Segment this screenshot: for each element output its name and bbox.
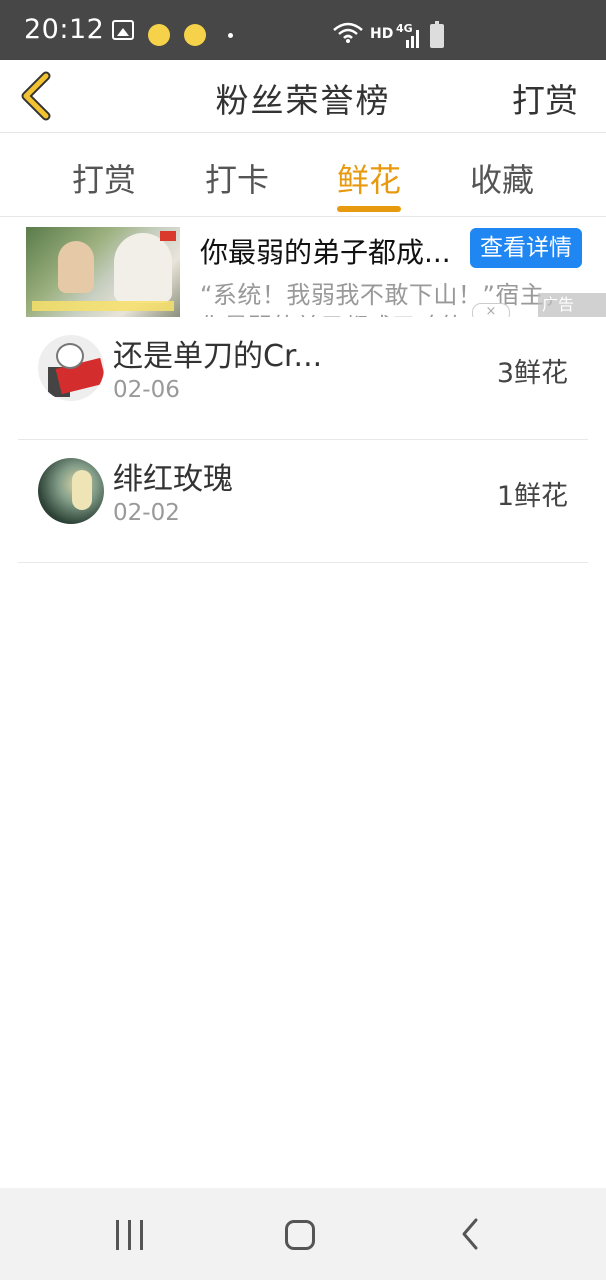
fan-list: 还是单刀的Cr... 02-06 3鲜花 绯红玫瑰 02-02 1鲜花	[0, 317, 606, 563]
ad-thumbnail-badge	[160, 231, 176, 241]
signal-icon	[406, 30, 419, 48]
ad-thumbnail-elder-figure	[114, 233, 172, 303]
ad-thumbnail[interactable]	[26, 227, 180, 317]
system-nav-bar	[0, 1188, 606, 1280]
list-item[interactable]: 还是单刀的Cr... 02-06 3鲜花	[18, 317, 588, 440]
wifi-icon	[333, 22, 363, 43]
tab-reward[interactable]: 打赏	[54, 155, 154, 201]
fan-flower-count: 3鲜花	[496, 358, 568, 389]
ad-thumbnail-child-figure	[58, 241, 94, 293]
fan-name: 绯红玫瑰	[113, 462, 233, 497]
ad-description: “系统！我弱我不敢下山！”宿主，	[200, 281, 569, 309]
back-nav-icon[interactable]	[458, 1216, 484, 1252]
notification-bulb-icon	[148, 24, 170, 46]
tab-checkin[interactable]: 打卡	[187, 155, 287, 201]
avatar[interactable]	[38, 458, 104, 524]
ad-title[interactable]: 你最弱的弟子都成...	[200, 231, 451, 271]
nav-header: 粉丝荣誉榜 打赏	[0, 60, 606, 133]
ad-thumbnail-caption	[32, 301, 174, 311]
fan-date: 02-02	[113, 500, 180, 526]
recent-apps-icon[interactable]	[116, 1220, 146, 1250]
battery-icon	[430, 21, 444, 48]
notification-bulb-icon	[184, 24, 206, 46]
fan-flower-count: 1鲜花	[496, 481, 568, 512]
view-details-button[interactable]: 查看详情	[470, 228, 582, 268]
home-icon[interactable]	[285, 1220, 315, 1250]
tab-flowers[interactable]: 鲜花	[319, 155, 419, 201]
ad-banner[interactable]: 你最弱的弟子都成... 查看详情 “系统！我弱我不敢下山！”宿主， 你最弱的弟子…	[0, 217, 606, 317]
hd-indicator: HD	[370, 26, 394, 42]
avatar[interactable]	[38, 335, 104, 401]
gallery-icon	[112, 20, 134, 40]
ad-label: 广告	[538, 293, 606, 317]
tab-favorites[interactable]: 收藏	[452, 155, 552, 201]
ad-close-icon[interactable]: ×	[472, 303, 510, 317]
status-bar: 20:12 HD 4G	[0, 0, 606, 60]
active-tab-indicator	[337, 206, 401, 212]
status-time: 20:12	[24, 14, 105, 45]
list-item[interactable]: 绯红玫瑰 02-02 1鲜花	[18, 440, 588, 563]
fan-date: 02-06	[113, 377, 180, 403]
tab-bar: 打赏 打卡 鲜花 收藏	[0, 133, 606, 217]
fan-name: 还是单刀的Cr...	[113, 339, 323, 374]
more-notifications-dot-icon	[228, 33, 233, 38]
reward-button[interactable]: 打赏	[512, 74, 578, 122]
